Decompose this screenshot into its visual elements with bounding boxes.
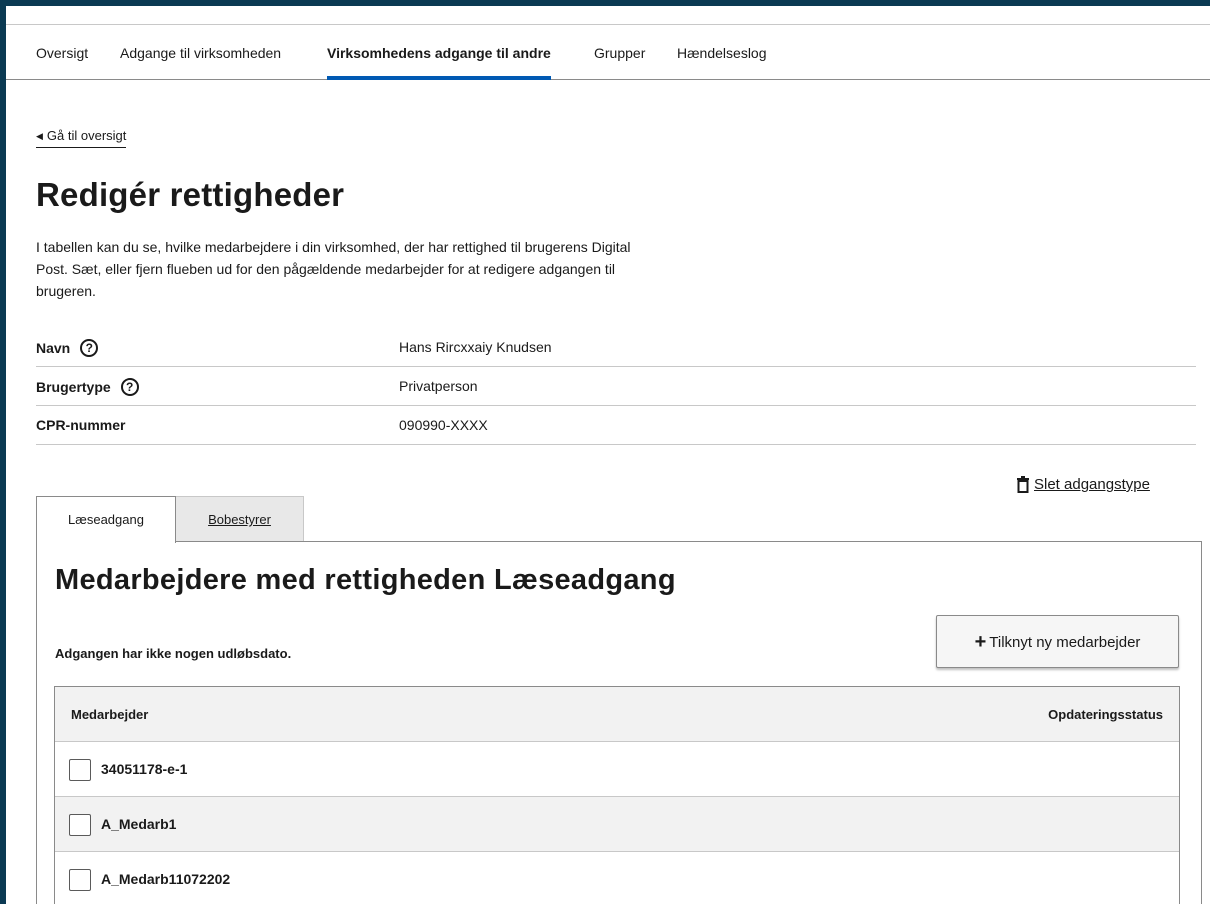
tab-haendelseslog[interactable]: Hændelseslog — [677, 25, 767, 80]
table-row: 34051178-e-1 — [55, 742, 1179, 797]
table-header: Medarbejder Opdateringsstatus — [55, 687, 1179, 742]
info-label-text: Brugertype — [36, 379, 111, 395]
info-label-text: Navn — [36, 340, 71, 356]
tab-oversigt[interactable]: Oversigt — [36, 25, 88, 80]
info-label: Navn ? — [36, 339, 99, 357]
back-link-label: Gå til oversigt — [46, 128, 127, 143]
help-circle-icon[interactable]: ? — [120, 378, 139, 396]
tab-grupper[interactable]: Grupper — [594, 25, 645, 80]
caret-left-icon: ◀ — [36, 131, 43, 141]
panel-title: Medarbejdere med rettigheden Læseadgang — [55, 564, 676, 596]
info-row-user-type: Brugertype ? Privatperson — [36, 367, 1196, 406]
info-value: Privatperson — [399, 378, 478, 394]
page-title: Redigér rettigheder — [36, 176, 345, 213]
delete-access-type-link[interactable]: Slet adgangstype — [1016, 476, 1150, 493]
info-label-text: CPR-nummer — [36, 417, 126, 433]
delete-access-type-label: Slet adgangstype — [1034, 476, 1150, 493]
add-employee-button[interactable]: + Tilknyt ny medarbejder — [936, 615, 1179, 668]
intro-text: I tabellen kan du se, hvilke medarbejder… — [36, 239, 631, 299]
back-to-overview-link[interactable]: ◀ Gå til oversigt — [36, 128, 127, 148]
help-circle-icon[interactable]: ? — [80, 339, 99, 357]
row-checkbox[interactable] — [69, 814, 91, 836]
info-label: CPR-nummer — [36, 417, 125, 433]
top-navigation: Oversigt Adgange til virksomheden Virkso… — [6, 24, 1210, 80]
info-row-cpr: CPR-nummer 090990-XXXX — [36, 406, 1196, 445]
table-row: A_Medarb11072202 — [55, 852, 1179, 904]
employee-name: 34051178-e-1 — [101, 761, 188, 777]
row-checkbox[interactable] — [69, 759, 91, 781]
info-row-name: Navn ? Hans Rircxxaiy Knudsen — [36, 328, 1196, 367]
tab-laeseadgang[interactable]: Læseadgang — [36, 496, 176, 543]
trash-icon — [1017, 476, 1029, 493]
employee-name: A_Medarb11072202 — [101, 871, 231, 887]
column-header-status: Opdateringsstatus — [1048, 707, 1163, 722]
add-employee-label: Tilknyt ny medarbejder — [989, 634, 1141, 651]
tab-virksomhedens-adgange-til-andre[interactable]: Virksomhedens adgange til andre — [327, 25, 551, 80]
tab-bobestyrer[interactable]: Bobestyrer — [175, 496, 304, 542]
column-header-employee: Medarbejder — [71, 707, 149, 722]
info-value: 090990-XXXX — [399, 417, 488, 433]
tab-adgange-til-virksomheden[interactable]: Adgange til virksomheden — [120, 25, 281, 80]
info-value: Hans Rircxxaiy Knudsen — [399, 339, 552, 355]
expiry-note: Adgangen har ikke nogen udløbsdato. — [55, 646, 292, 661]
access-panel: Medarbejdere med rettigheden Læseadgang … — [36, 541, 1202, 904]
row-checkbox[interactable] — [69, 869, 91, 891]
employee-name: A_Medarb1 — [101, 816, 177, 832]
table-row: A_Medarb1 — [55, 797, 1179, 852]
info-label: Brugertype ? — [36, 378, 139, 396]
app-frame: Oversigt Adgange til virksomheden Virkso… — [0, 0, 1210, 904]
plus-icon: + — [974, 631, 987, 653]
employee-table: Medarbejder Opdateringsstatus 34051178-e… — [54, 686, 1180, 904]
